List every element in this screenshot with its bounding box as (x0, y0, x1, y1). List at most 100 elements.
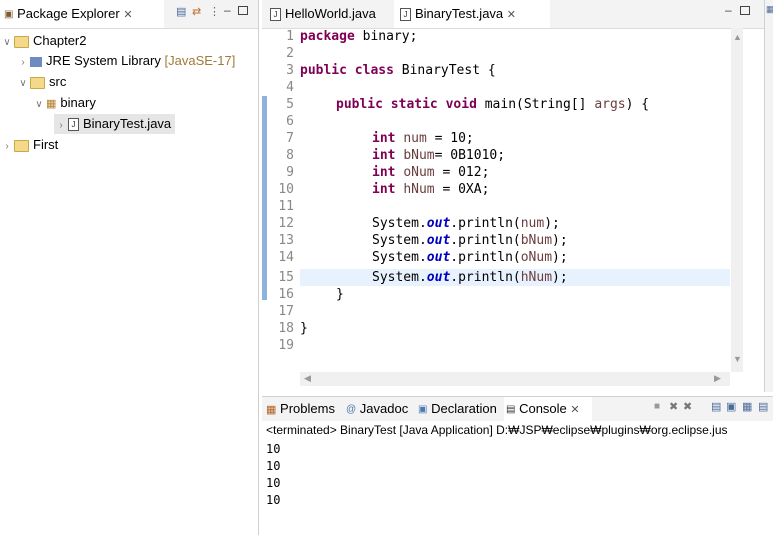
variable: oNum (403, 165, 435, 180)
clear-console-icon[interactable]: ▤ (711, 400, 721, 413)
line-number: 4 (286, 80, 294, 95)
code-text: ) { (625, 97, 650, 112)
collapse-all-icon[interactable]: ▤ (176, 5, 186, 18)
maximize-icon[interactable] (238, 6, 248, 15)
variable: hNum (520, 270, 553, 285)
editor-horizontal-scrollbar[interactable]: ◀ ▶ (300, 372, 730, 386)
remove-launch-icon[interactable]: ✖ (669, 400, 678, 413)
editor-area: J HelloWorld.java J BinaryTest.java ✕ – 1p… (262, 0, 773, 392)
tree-item-label: Chapter2 (33, 33, 87, 48)
scroll-lock-icon[interactable]: ▣ (726, 400, 736, 413)
line-number: 14 (278, 250, 294, 265)
chevron-right-icon[interactable]: › (16, 53, 30, 73)
tab-declaration[interactable]: ▣ Declaration (418, 397, 497, 421)
line-number: 3 (286, 63, 294, 78)
line-number: 19 (278, 338, 294, 353)
view-menu-icon[interactable]: ⋮ (209, 5, 220, 18)
chevron-right-icon[interactable]: › (0, 137, 14, 157)
editor-tabbar: J HelloWorld.java J BinaryTest.java ✕ – (262, 0, 773, 29)
keyword: class (354, 63, 394, 78)
remove-all-icon[interactable]: ✖ (683, 400, 692, 413)
outline-icon[interactable]: ▦ (766, 4, 773, 15)
code-text: } (336, 287, 344, 302)
outline-panel-collapsed[interactable]: ▦ (764, 0, 773, 392)
code-text: BinaryTest { (393, 63, 496, 78)
tree-item-first[interactable]: › First (0, 135, 58, 155)
close-icon[interactable]: ✕ (507, 9, 516, 21)
code-editor[interactable]: 1 package binary; 2 3 public class BinaryT… (262, 28, 732, 372)
package-explorer-icon: ▣ (4, 8, 14, 20)
tree-item-chapter2[interactable]: ∨ Chapter2 (0, 31, 86, 51)
editor-vertical-scrollbar[interactable]: ▲ ▼ (731, 28, 743, 372)
keyword: package (300, 29, 355, 44)
scroll-left-icon[interactable]: ◀ (304, 373, 311, 384)
tree-item-binary-package[interactable]: ∨ ▦ binary (32, 93, 96, 113)
tab-helloworld-java[interactable]: J HelloWorld.java (266, 0, 380, 28)
tab-console[interactable]: ▤ Console ✕ (504, 397, 592, 421)
code-text: .println( (450, 216, 521, 231)
tree-item-label: First (33, 137, 59, 152)
tree-item-label: JRE System Library (46, 53, 161, 68)
code-text: System. (372, 270, 427, 285)
code-text: ); (544, 216, 560, 231)
minimize-icon[interactable]: – (725, 3, 732, 17)
line-number: 10 (278, 182, 294, 197)
tab-problems[interactable]: ▦ Problems (266, 397, 335, 421)
keyword: int (372, 131, 396, 146)
tab-package-explorer[interactable]: ▣ Package Explorer ✕ (0, 0, 164, 28)
link-editor-icon[interactable]: ⇄ (192, 5, 201, 18)
static-field: out (426, 233, 451, 248)
tab-label: Declaration (431, 401, 497, 416)
line-number: 15 (278, 270, 294, 285)
terminate-icon[interactable]: ■ (654, 401, 660, 412)
keyword: void (445, 97, 477, 112)
code-text: .println( (450, 270, 521, 285)
maximize-icon[interactable] (740, 6, 750, 15)
code-text: = 0XA; (434, 182, 490, 197)
chevron-down-icon[interactable]: ∨ (32, 95, 46, 115)
chevron-down-icon[interactable]: ∨ (16, 74, 30, 94)
tree-item-binarytest-java[interactable]: › J BinaryTest.java (54, 114, 176, 136)
tree-item-jre-library[interactable]: › JRE System Library [JavaSE-17] (16, 51, 235, 71)
project-icon (14, 139, 29, 152)
line-number: 1 (286, 29, 294, 44)
code-text: ); (552, 233, 568, 248)
project-icon (14, 35, 29, 48)
tree-item-label: src (49, 74, 67, 89)
tab-label: BinaryTest.java (415, 6, 504, 21)
close-icon[interactable]: ✕ (570, 404, 579, 416)
scroll-up-icon[interactable]: ▲ (733, 32, 742, 42)
java-file-icon: J (400, 8, 411, 22)
console-output[interactable]: 10 10 10 10 (266, 441, 280, 509)
tab-label: Problems (280, 401, 335, 416)
tab-binarytest-java[interactable]: J BinaryTest.java ✕ (394, 0, 550, 28)
variable: num (520, 216, 545, 231)
tab-label: HelloWorld.java (285, 6, 376, 21)
output-line: 10 (266, 459, 281, 473)
minimize-icon[interactable]: – (224, 3, 231, 17)
tab-label: Console (519, 401, 567, 416)
pin-console-icon[interactable]: ▦ (742, 400, 752, 413)
close-icon[interactable]: ✕ (123, 9, 132, 21)
tab-javadoc[interactable]: @ Javadoc (346, 397, 408, 421)
change-ruler (262, 96, 267, 300)
keyword: public (300, 63, 347, 78)
display-console-icon[interactable]: ▤ (758, 400, 768, 413)
chevron-down-icon[interactable]: ∨ (0, 33, 14, 53)
tree-item-label: binary (60, 95, 96, 110)
chevron-right-icon[interactable]: › (54, 116, 68, 136)
code-text: ); (552, 270, 568, 285)
package-explorer-tabbar: ▣ Package Explorer ✕ ▤ ⇄ ⋮ – (0, 0, 258, 29)
line-number: 8 (286, 148, 294, 163)
scroll-down-icon[interactable]: ▼ (733, 354, 742, 364)
console-icon: ▤ (506, 403, 516, 415)
line-number: 2 (286, 46, 294, 61)
variable: bNum (520, 233, 553, 248)
scroll-right-icon[interactable]: ▶ (714, 373, 721, 384)
code-text: .println( (450, 233, 521, 248)
output-line: 10 (266, 493, 281, 507)
tree-item-src[interactable]: ∨ src (16, 72, 66, 92)
line-number: 11 (278, 199, 294, 214)
keyword: int (372, 165, 396, 180)
line-number: 9 (286, 165, 294, 180)
